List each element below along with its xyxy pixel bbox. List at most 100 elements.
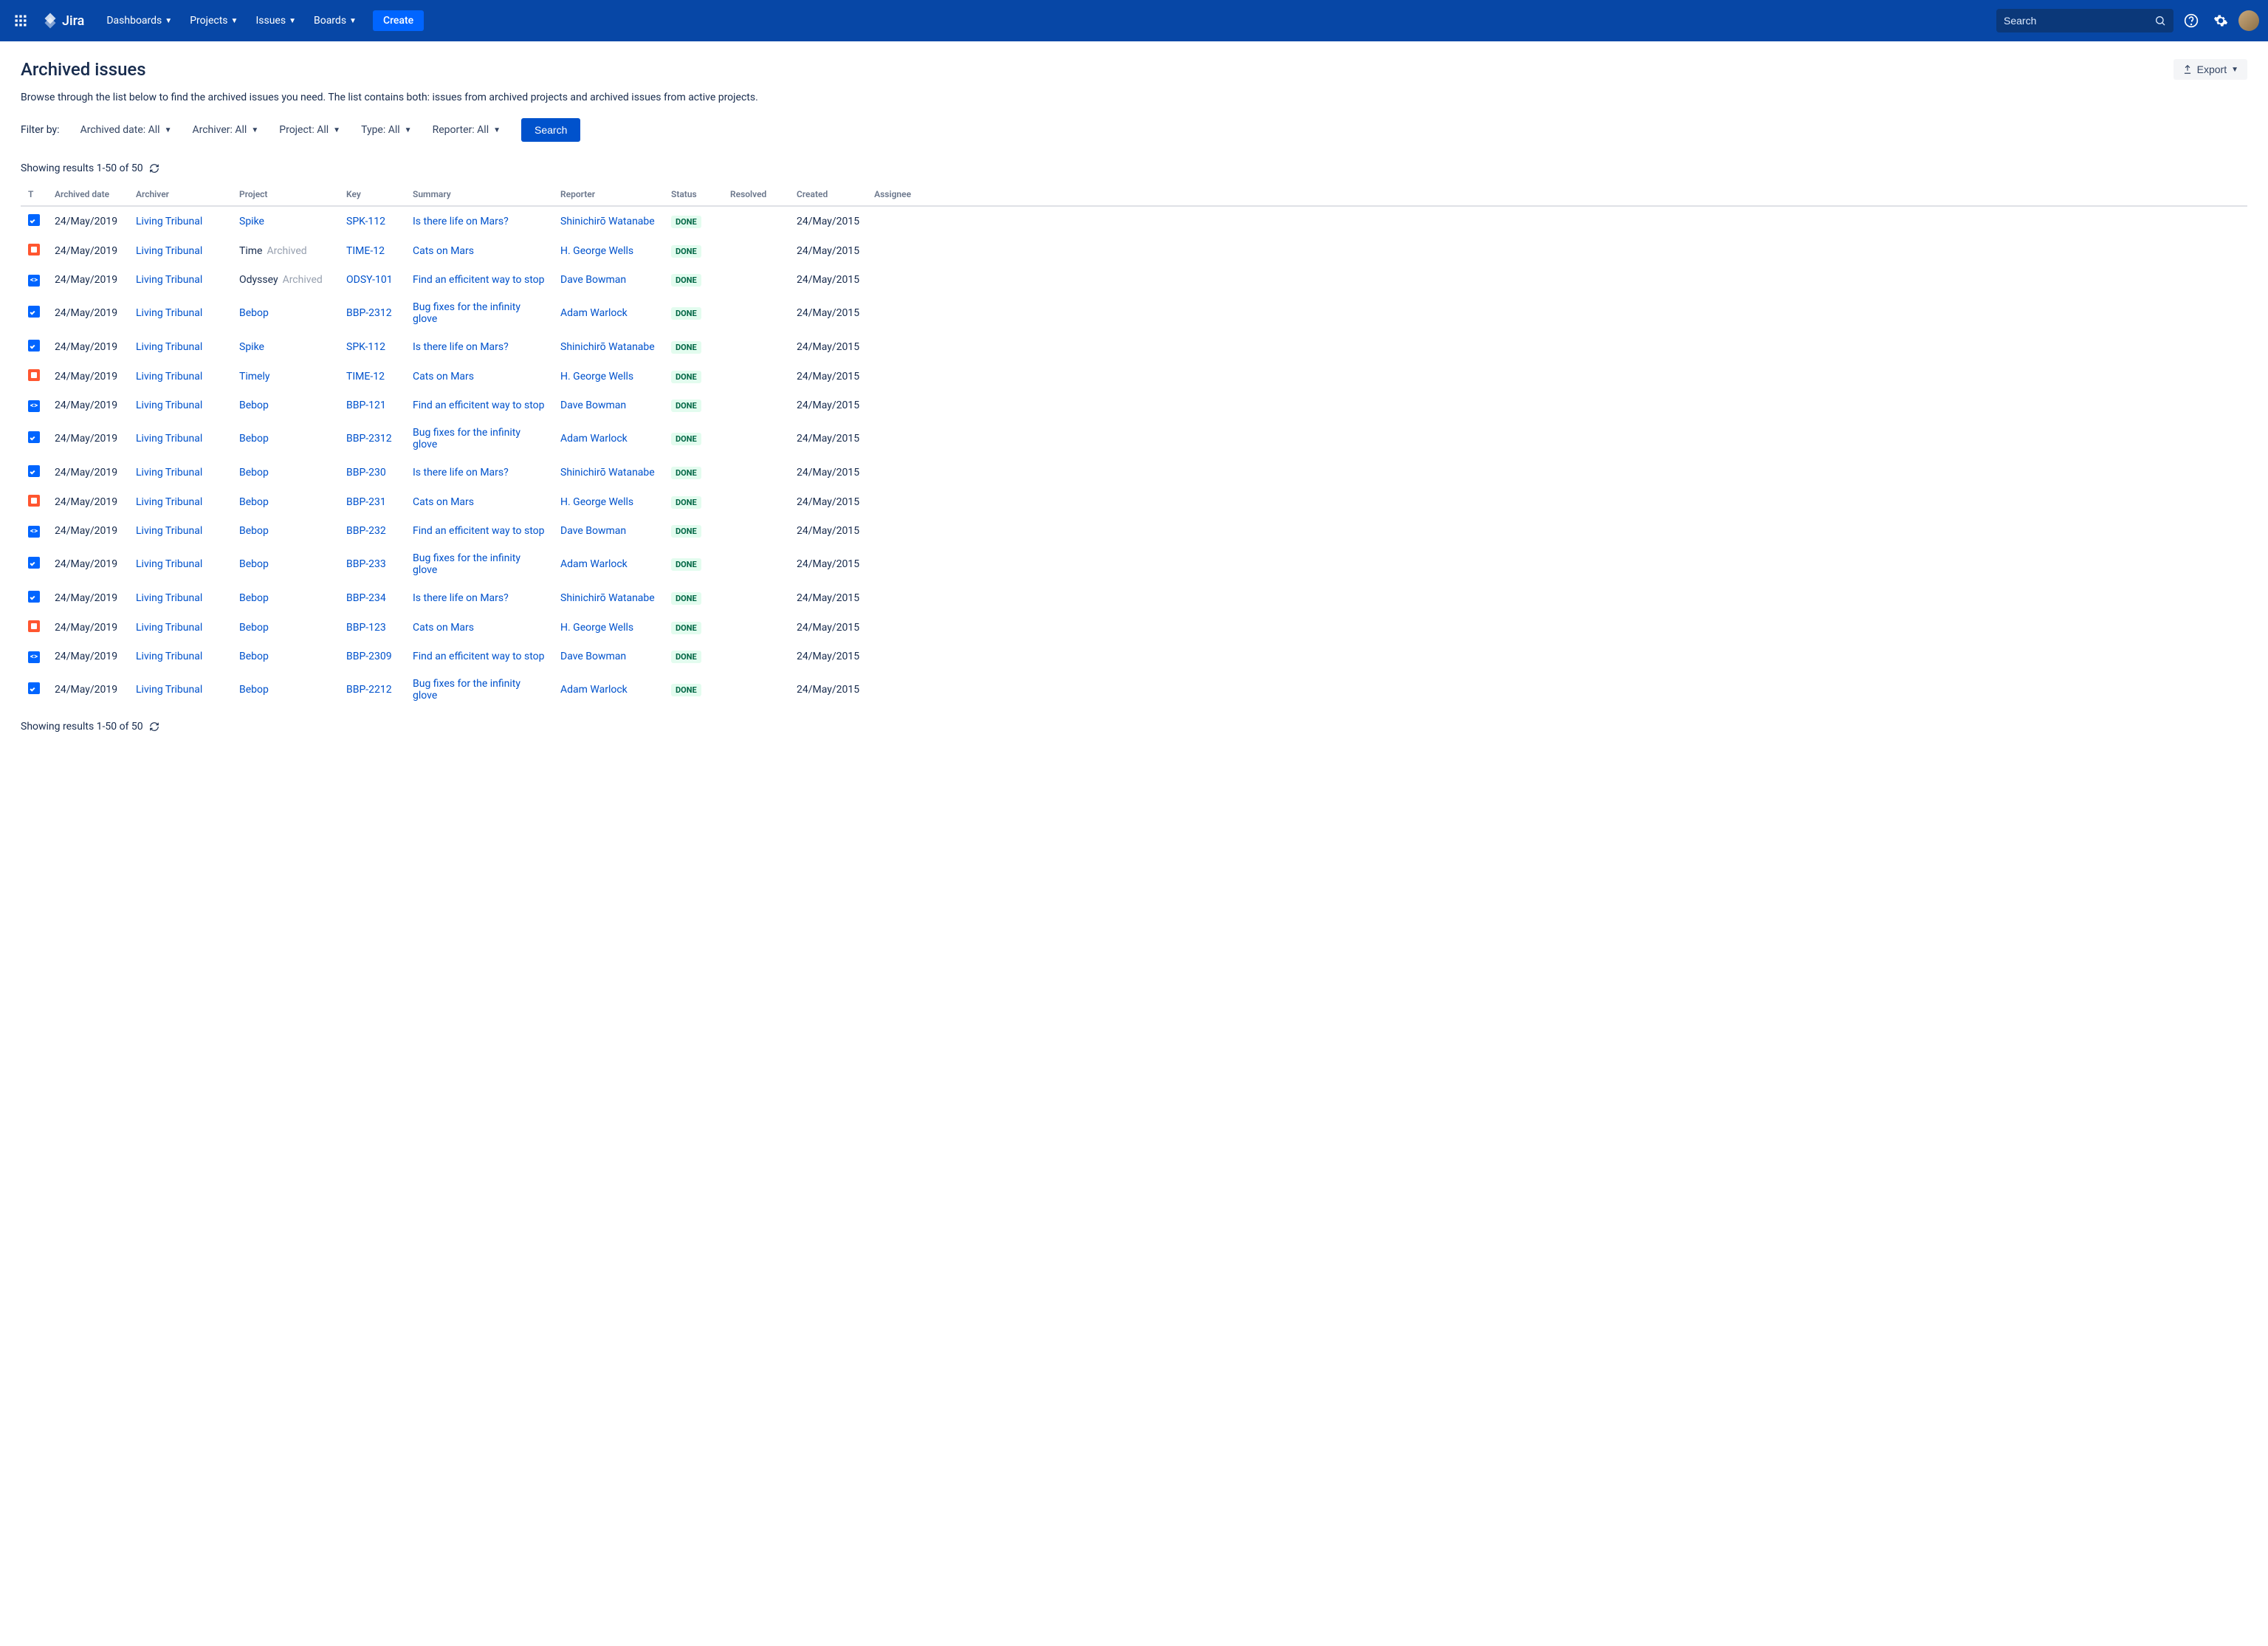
reporter-link[interactable]: Adam Warlock [560,558,628,570]
project-link[interactable]: Spike [239,341,264,353]
column-archiver[interactable]: Archiver [128,183,232,206]
archiver-link[interactable]: Living Tribunal [136,467,202,479]
export-button[interactable]: Export ▼ [2174,59,2247,80]
project-link[interactable]: Bebop [239,400,269,411]
summary-link[interactable]: Find an efficitent way to stop [413,400,545,411]
summary-link[interactable]: Cats on Mars [413,496,474,508]
issue-key-link[interactable]: SPK-112 [346,341,385,353]
search-box[interactable] [1996,9,2174,32]
reporter-link[interactable]: H. George Wells [560,622,633,634]
column-t[interactable]: T [21,183,47,206]
jira-logo[interactable]: Jira [35,12,90,30]
reporter-link[interactable]: Shinichirō Watanabe [560,467,655,479]
refresh-icon[interactable] [149,721,159,732]
summary-link[interactable]: Bug fixes for the infinity glove [413,427,520,450]
nav-boards[interactable]: Boards ▼ [306,10,364,31]
reporter-link[interactable]: Adam Warlock [560,684,628,696]
issue-key-link[interactable]: ODSY-101 [346,274,393,286]
issue-key-link[interactable]: BBP-2312 [346,433,392,445]
refresh-icon[interactable] [149,163,159,174]
reporter-link[interactable]: Adam Warlock [560,307,628,319]
archiver-link[interactable]: Living Tribunal [136,400,202,411]
search-input[interactable] [2004,15,2154,27]
archiver-link[interactable]: Living Tribunal [136,307,202,319]
reporter-link[interactable]: Adam Warlock [560,433,628,445]
reporter-link[interactable]: Shinichirō Watanabe [560,592,655,604]
summary-link[interactable]: Is there life on Mars? [413,467,509,479]
archiver-link[interactable]: Living Tribunal [136,592,202,604]
archiver-link[interactable]: Living Tribunal [136,622,202,634]
project-link[interactable]: Bebop [239,592,269,604]
column-archived-date[interactable]: Archived date [47,183,128,206]
settings-icon[interactable] [2209,9,2233,32]
reporter-link[interactable]: Dave Bowman [560,400,626,411]
column-reporter[interactable]: Reporter [553,183,664,206]
summary-link[interactable]: Find an efficitent way to stop [413,651,545,662]
reporter-link[interactable]: Dave Bowman [560,525,626,537]
issue-key-link[interactable]: BBP-231 [346,496,386,508]
summary-link[interactable]: Find an efficitent way to stop [413,274,545,286]
column-status[interactable]: Status [664,183,723,206]
column-summary[interactable]: Summary [405,183,553,206]
issue-key-link[interactable]: TIME-12 [346,245,385,257]
reporter-link[interactable]: Shinichirō Watanabe [560,341,655,353]
filter-type[interactable]: Type: All ▼ [361,124,411,136]
project-link[interactable]: Bebop [239,525,269,537]
archiver-link[interactable]: Living Tribunal [136,525,202,537]
summary-link[interactable]: Is there life on Mars? [413,341,509,353]
summary-link[interactable]: Bug fixes for the infinity glove [413,552,520,576]
project-link[interactable]: Bebop [239,684,269,696]
summary-link[interactable]: Cats on Mars [413,622,474,634]
project-link[interactable]: Spike [239,216,264,227]
summary-link[interactable]: Bug fixes for the infinity glove [413,678,520,702]
nav-dashboards[interactable]: Dashboards ▼ [99,10,179,31]
nav-projects[interactable]: Projects ▼ [182,10,245,31]
archiver-link[interactable]: Living Tribunal [136,433,202,445]
archiver-link[interactable]: Living Tribunal [136,558,202,570]
summary-link[interactable]: Bug fixes for the infinity glove [413,301,520,325]
project-link[interactable]: Bebop [239,651,269,662]
project-link[interactable]: Bebop [239,558,269,570]
archiver-link[interactable]: Living Tribunal [136,651,202,662]
issue-key-link[interactable]: BBP-2309 [346,651,392,662]
reporter-link[interactable]: H. George Wells [560,371,633,383]
issue-key-link[interactable]: BBP-230 [346,467,386,479]
filter-search-button[interactable]: Search [521,118,580,142]
issue-key-link[interactable]: BBP-2312 [346,307,392,319]
project-link[interactable]: Bebop [239,622,269,634]
column-created[interactable]: Created [789,183,867,206]
issue-key-link[interactable]: BBP-123 [346,622,386,634]
filter-archiveddate[interactable]: Archived date: All ▼ [80,124,172,136]
project-link[interactable]: Timely [239,371,270,383]
reporter-link[interactable]: Dave Bowman [560,274,626,286]
issue-key-link[interactable]: BBP-234 [346,592,386,604]
column-key[interactable]: Key [339,183,405,206]
project-link[interactable]: Bebop [239,433,269,445]
create-button[interactable]: Create [373,10,424,31]
archiver-link[interactable]: Living Tribunal [136,216,202,227]
archiver-link[interactable]: Living Tribunal [136,684,202,696]
filter-reporter[interactable]: Reporter: All ▼ [433,124,501,136]
column-assignee[interactable]: Assignee [867,183,2247,206]
issue-key-link[interactable]: SPK-112 [346,216,385,227]
archiver-link[interactable]: Living Tribunal [136,245,202,257]
filter-archiver[interactable]: Archiver: All ▼ [192,124,258,136]
summary-link[interactable]: Cats on Mars [413,371,474,383]
reporter-link[interactable]: H. George Wells [560,496,633,508]
reporter-link[interactable]: Shinichirō Watanabe [560,216,655,227]
project-link[interactable]: Bebop [239,496,269,508]
archiver-link[interactable]: Living Tribunal [136,371,202,383]
summary-link[interactable]: Cats on Mars [413,245,474,257]
app-switcher-icon[interactable] [9,9,32,32]
reporter-link[interactable]: Dave Bowman [560,651,626,662]
filter-project[interactable]: Project: All ▼ [279,124,340,136]
summary-link[interactable]: Is there life on Mars? [413,216,509,227]
column-project[interactable]: Project [232,183,339,206]
summary-link[interactable]: Is there life on Mars? [413,592,509,604]
project-link[interactable]: Bebop [239,307,269,319]
archiver-link[interactable]: Living Tribunal [136,341,202,353]
user-avatar[interactable] [2238,10,2259,31]
issue-key-link[interactable]: BBP-233 [346,558,386,570]
reporter-link[interactable]: H. George Wells [560,245,633,257]
help-icon[interactable] [2179,9,2203,32]
